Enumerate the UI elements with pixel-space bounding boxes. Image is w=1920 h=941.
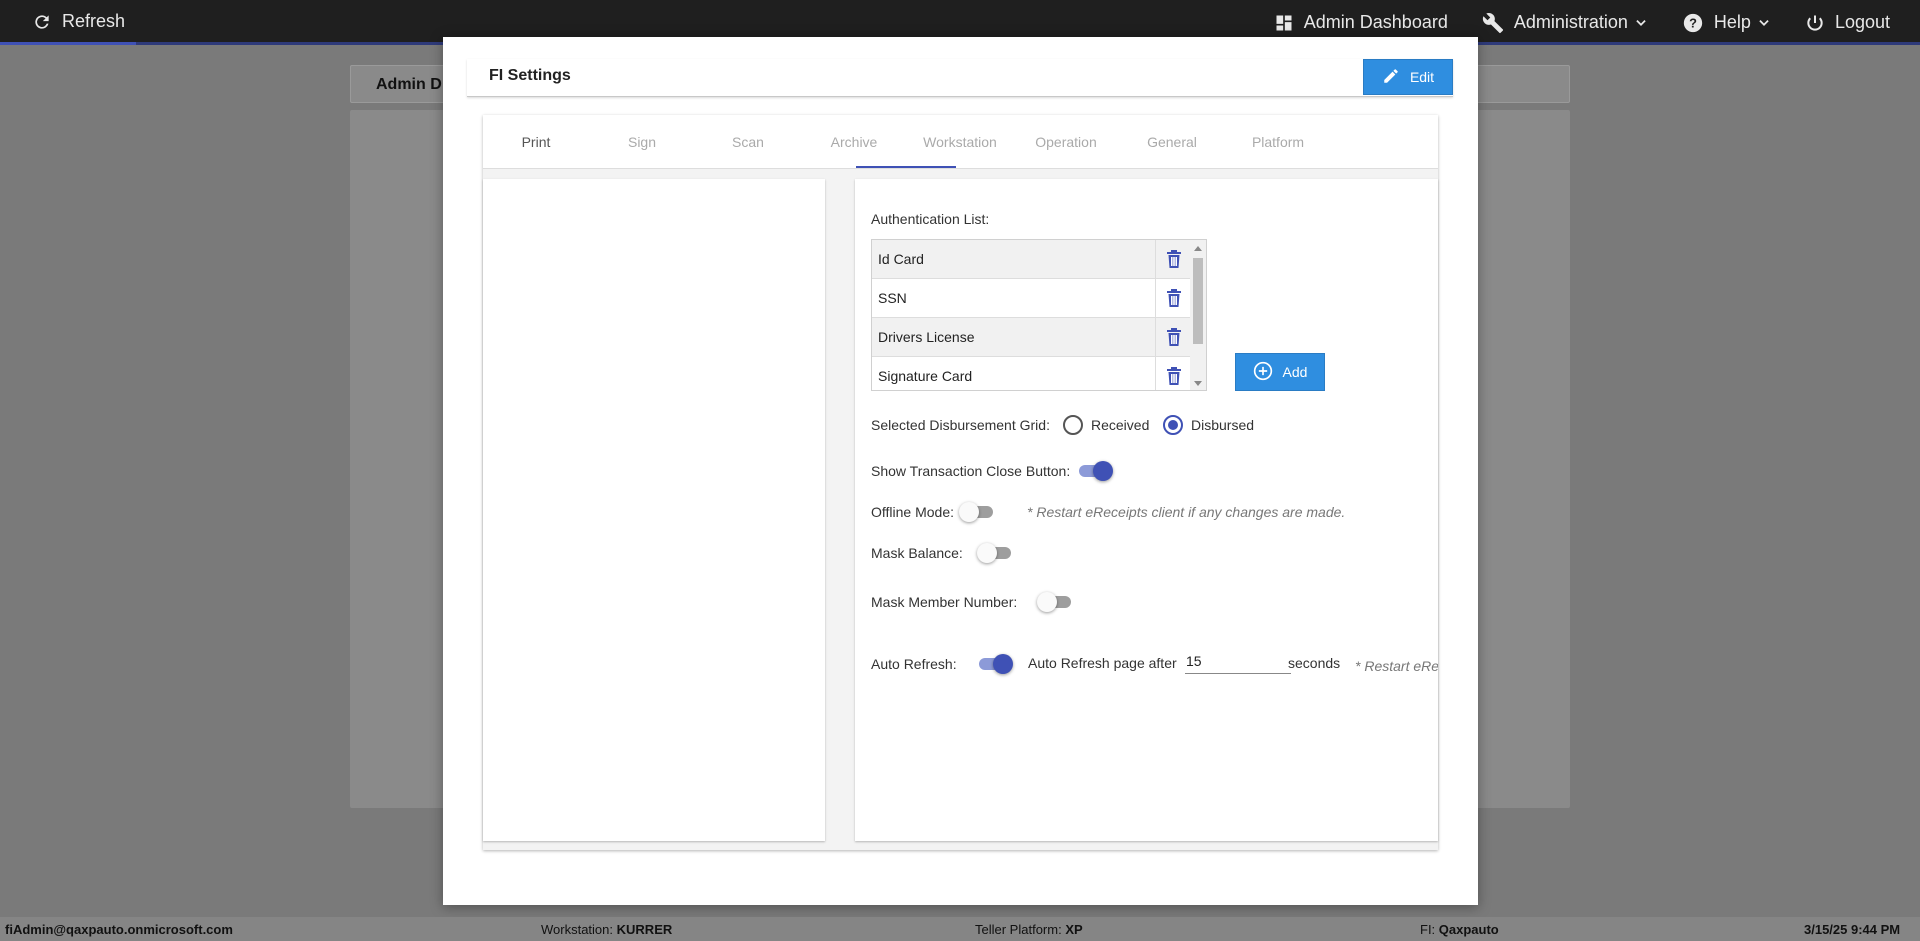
show-close-label: Show Transaction Close Button: xyxy=(871,463,1071,479)
seconds-label: seconds xyxy=(1288,655,1341,671)
offline-label: Offline Mode: xyxy=(871,504,955,520)
list-item[interactable]: Drivers License xyxy=(872,318,1192,357)
show-close-toggle[interactable] xyxy=(1077,461,1113,481)
scroll-up-icon[interactable] xyxy=(1194,246,1202,251)
tab-platform[interactable]: Platform xyxy=(1225,115,1331,169)
help-menu[interactable]: ? Help xyxy=(1682,12,1771,34)
dialog-header: FI Settings Edit xyxy=(467,59,1453,97)
list-item[interactable]: Id Card xyxy=(872,240,1192,279)
auto-refresh-toggle[interactable] xyxy=(977,654,1013,674)
add-button[interactable]: Add xyxy=(1235,353,1325,391)
tab-operation[interactable]: Operation xyxy=(1013,115,1119,169)
radio-disbursed[interactable] xyxy=(1163,415,1183,435)
list-item[interactable]: SSN xyxy=(872,279,1192,318)
tab-scan[interactable]: Scan xyxy=(695,115,801,169)
settings-tabs: Print Sign Scan Archive Workstation Oper… xyxy=(483,115,1438,169)
status-datetime: 3/15/25 9:44 PM xyxy=(1804,922,1901,937)
administration-label: Administration xyxy=(1513,12,1628,32)
auto-refresh-seconds-input[interactable] xyxy=(1185,648,1291,674)
radio-received-label: Received xyxy=(1091,417,1150,433)
refresh-icon xyxy=(32,12,52,32)
auth-item-name: SSN xyxy=(872,279,1156,317)
mask-balance-label: Mask Balance: xyxy=(871,545,963,561)
refresh-label: Refresh xyxy=(62,11,126,31)
scroll-thumb[interactable] xyxy=(1193,258,1203,344)
auth-list-label: Authentication List: xyxy=(871,211,990,227)
scroll-down-icon[interactable] xyxy=(1194,381,1202,386)
status-teller-platform: Teller Platform: XP xyxy=(975,922,1083,937)
logout-button[interactable]: Logout xyxy=(1805,12,1890,33)
trash-icon[interactable] xyxy=(1156,240,1192,278)
mask-member-label: Mask Member Number: xyxy=(871,594,1018,610)
power-icon xyxy=(1805,13,1825,33)
status-fi: FI: Qaxpauto xyxy=(1420,922,1499,937)
tab-archive[interactable]: Archive xyxy=(801,115,907,169)
status-workstation: Workstation: KURRER xyxy=(541,922,673,937)
trash-icon[interactable] xyxy=(1156,357,1192,390)
wrench-icon xyxy=(1482,12,1504,34)
dialog-title: FI Settings xyxy=(489,67,571,84)
refresh-button[interactable]: Refresh xyxy=(32,11,125,32)
list-item[interactable]: Signature Card xyxy=(872,357,1192,390)
tab-workstation[interactable]: Workstation xyxy=(907,115,1013,169)
topbar-progress-accent xyxy=(0,42,136,45)
auth-item-name: Id Card xyxy=(872,240,1156,278)
fi-settings-dialog: FI Settings Edit Print Sign Scan Archive… xyxy=(443,37,1478,905)
chevron-down-icon xyxy=(1757,16,1771,30)
pencil-icon xyxy=(1382,67,1400,88)
disbursement-label: Selected Disbursement Grid: xyxy=(871,417,1050,433)
offline-toggle[interactable] xyxy=(959,502,995,522)
settings-panel: Print Sign Scan Archive Workstation Oper… xyxy=(483,115,1438,850)
active-tab-indicator xyxy=(856,166,956,168)
mask-member-toggle[interactable] xyxy=(1037,592,1073,612)
dashboard-icon xyxy=(1274,13,1294,33)
admin-dashboard-label: Admin Dashboard xyxy=(1303,12,1448,32)
auto-refresh-after-label: Auto Refresh page after xyxy=(1028,655,1177,671)
radio-received[interactable] xyxy=(1063,415,1083,435)
mask-balance-toggle[interactable] xyxy=(977,543,1013,563)
add-label: Add xyxy=(1282,364,1308,380)
admin-dashboard-link[interactable]: Admin Dashboard xyxy=(1274,12,1448,33)
edit-button[interactable]: Edit xyxy=(1363,59,1453,95)
chevron-down-icon xyxy=(1634,16,1648,30)
left-column xyxy=(483,179,825,841)
tab-print[interactable]: Print xyxy=(483,115,589,169)
tab-sign[interactable]: Sign xyxy=(589,115,695,169)
workstation-settings: Authentication List: Id Card SSN Drivers… xyxy=(855,179,1438,841)
background-card-title: Admin D xyxy=(376,76,442,93)
radio-disbursed-label: Disbursed xyxy=(1191,417,1255,433)
help-icon: ? xyxy=(1682,12,1704,34)
auth-item-name: Signature Card xyxy=(872,357,1156,390)
trash-icon[interactable] xyxy=(1156,279,1192,317)
auth-item-name: Drivers License xyxy=(872,318,1156,356)
auto-refresh-note: * Restart eRe xyxy=(1355,658,1438,674)
tab-general[interactable]: General xyxy=(1119,115,1225,169)
status-bar: fiAdmin@qaxpauto.onmicrosoft.com Worksta… xyxy=(0,917,1920,941)
plus-circle-icon xyxy=(1253,361,1273,384)
trash-icon[interactable] xyxy=(1156,318,1192,356)
offline-note: * Restart eReceipts client if any change… xyxy=(1027,504,1346,520)
logout-label: Logout xyxy=(1834,12,1890,32)
auto-refresh-label: Auto Refresh: xyxy=(871,656,957,672)
help-label: Help xyxy=(1713,12,1751,32)
status-user: fiAdmin@qaxpauto.onmicrosoft.com xyxy=(5,922,233,937)
list-scrollbar[interactable] xyxy=(1190,240,1206,390)
authentication-list[interactable]: Id Card SSN Drivers License Signature Ca… xyxy=(871,239,1207,391)
administration-menu[interactable]: Administration xyxy=(1482,12,1648,34)
edit-label: Edit xyxy=(1409,69,1435,85)
svg-text:?: ? xyxy=(1689,15,1697,30)
